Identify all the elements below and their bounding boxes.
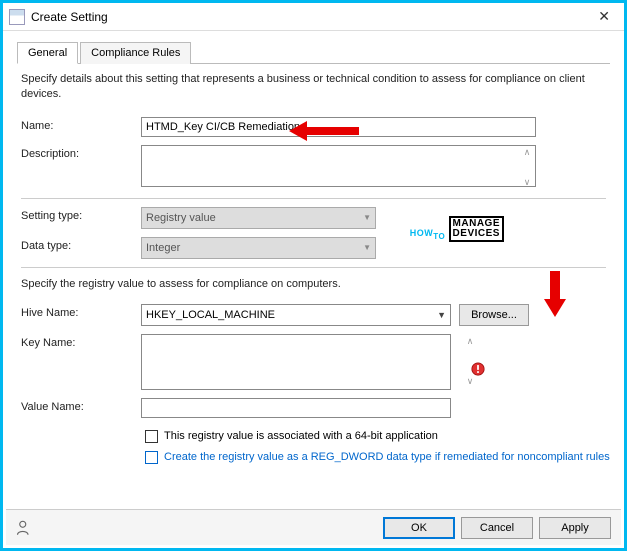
- checkbox-create-reg[interactable]: [145, 451, 158, 464]
- dialog-footer: OK Cancel Apply: [6, 509, 621, 545]
- scroll-up-icon[interactable]: ∧: [520, 147, 534, 158]
- cancel-button[interactable]: Cancel: [461, 517, 533, 539]
- intro-text: Specify details about this setting that …: [21, 72, 606, 103]
- chevron-down-icon: ▼: [363, 213, 371, 222]
- setting-type-select: Registry value ▼: [141, 207, 376, 229]
- label-value-name: Value Name:: [21, 398, 141, 413]
- setting-type-value: Registry value: [146, 212, 216, 224]
- window-title: Create Setting: [31, 10, 108, 24]
- name-input[interactable]: [141, 117, 536, 137]
- label-key-name: Key Name:: [21, 334, 141, 349]
- chevron-down-icon: ▼: [363, 243, 371, 252]
- data-type-select: Integer ▼: [141, 237, 376, 259]
- person-icon: [16, 519, 34, 537]
- tab-strip: General Compliance Rules: [17, 41, 610, 64]
- tab-general[interactable]: General: [17, 42, 78, 64]
- chevron-down-icon: ▼: [437, 310, 446, 320]
- key-name-input[interactable]: [141, 334, 451, 390]
- label-description: Description:: [21, 145, 141, 160]
- tab-compliance-rules[interactable]: Compliance Rules: [80, 42, 191, 64]
- hive-name-value: HKEY_LOCAL_MACHINE: [146, 309, 275, 321]
- checkbox-64bit[interactable]: [145, 430, 158, 443]
- scroll-down-icon[interactable]: ∨: [463, 376, 477, 387]
- checkbox-64bit-label: This registry value is associated with a…: [164, 430, 438, 442]
- divider: [21, 267, 606, 268]
- label-data-type: Data type:: [21, 237, 141, 252]
- apply-button[interactable]: Apply: [539, 517, 611, 539]
- scroll-down-icon[interactable]: ∨: [520, 177, 534, 188]
- browse-button[interactable]: Browse...: [459, 304, 529, 326]
- divider: [21, 198, 606, 199]
- hive-name-select[interactable]: HKEY_LOCAL_MACHINE ▼: [141, 304, 451, 326]
- label-name: Name:: [21, 117, 141, 132]
- close-icon[interactable]: ✕: [590, 8, 618, 25]
- window-icon: [9, 9, 25, 25]
- label-setting-type: Setting type:: [21, 207, 141, 222]
- label-hive-name: Hive Name:: [21, 304, 141, 319]
- scroll-up-icon[interactable]: ∧: [463, 336, 477, 347]
- checkbox-create-reg-label: Create the registry value as a REG_DWORD…: [164, 451, 610, 463]
- titlebar: Create Setting ✕: [3, 3, 624, 31]
- ok-button[interactable]: OK: [383, 517, 455, 539]
- watermark-logo: HOWTO MANAGEDEVICES: [410, 216, 504, 242]
- error-icon: [471, 362, 485, 376]
- data-type-value: Integer: [146, 242, 180, 254]
- description-input[interactable]: [141, 145, 536, 187]
- value-name-input[interactable]: [141, 398, 451, 418]
- registry-section-text: Specify the registry value to assess for…: [21, 278, 606, 290]
